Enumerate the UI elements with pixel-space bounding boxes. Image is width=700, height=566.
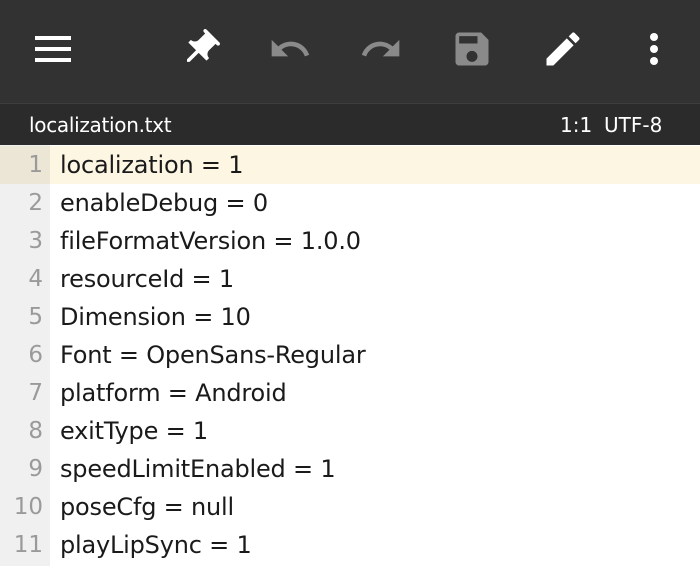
line-number: 4 xyxy=(28,266,43,292)
editor-line[interactable]: 4 resourceId = 1 xyxy=(0,260,700,298)
line-text[interactable]: fileFormatVersion = 1.0.0 xyxy=(60,222,361,260)
edit-icon xyxy=(541,27,585,71)
pin-button[interactable] xyxy=(172,21,228,77)
line-number: 9 xyxy=(28,456,43,482)
line-number: 3 xyxy=(28,228,43,254)
editor-line[interactable]: 7 platform = Android xyxy=(0,374,700,412)
pin-icon xyxy=(178,27,222,71)
line-text[interactable]: Dimension = 10 xyxy=(60,298,251,336)
line-number: 6 xyxy=(28,342,43,368)
editor-line[interactable]: 1 localization = 1 xyxy=(0,146,700,184)
line-number: 5 xyxy=(28,304,43,330)
undo-icon xyxy=(268,27,312,71)
line-text[interactable]: Font = OpenSans-Regular xyxy=(60,336,366,374)
save-button[interactable] xyxy=(444,21,500,77)
line-text[interactable]: exitType = 1 xyxy=(60,412,208,450)
editor-line[interactable]: 9 speedLimitEnabled = 1 xyxy=(0,450,700,488)
line-number: 8 xyxy=(28,418,43,444)
line-text[interactable]: speedLimitEnabled = 1 xyxy=(60,450,336,488)
line-number: 7 xyxy=(28,380,43,406)
line-number: 2 xyxy=(28,190,43,216)
editor-line[interactable]: 8 exitType = 1 xyxy=(0,412,700,450)
file-info-bar: localization.txt 1:1 UTF-8 xyxy=(0,103,700,145)
menu-icon xyxy=(35,36,71,62)
editor-line[interactable]: 2 enableDebug = 0 xyxy=(0,184,700,222)
more-vert-icon xyxy=(648,32,660,66)
file-name: localization.txt xyxy=(29,113,172,137)
more-options-button[interactable] xyxy=(626,21,682,77)
line-number: 1 xyxy=(0,146,50,184)
line-text[interactable]: enableDebug = 0 xyxy=(60,184,268,222)
editor-line[interactable]: 5 Dimension = 10 xyxy=(0,298,700,336)
line-number: 10 xyxy=(13,494,43,520)
redo-icon xyxy=(359,27,403,71)
editor-line[interactable]: 6 Font = OpenSans-Regular xyxy=(0,336,700,374)
editor-line[interactable]: 11 playLipSync = 1 xyxy=(0,526,700,564)
editor-line[interactable]: 10 poseCfg = null xyxy=(0,488,700,526)
edit-button[interactable] xyxy=(535,21,591,77)
undo-button[interactable] xyxy=(262,21,318,77)
save-icon xyxy=(450,27,494,71)
line-number: 11 xyxy=(13,532,43,558)
editor-line[interactable]: 3 fileFormatVersion = 1.0.0 xyxy=(0,222,700,260)
line-text[interactable]: poseCfg = null xyxy=(60,488,234,526)
toolbar xyxy=(0,0,700,103)
menu-button[interactable] xyxy=(25,21,81,77)
line-text[interactable]: localization = 1 xyxy=(60,146,244,184)
redo-button[interactable] xyxy=(353,21,409,77)
encoding-label[interactable]: UTF-8 xyxy=(604,113,662,137)
line-text[interactable]: platform = Android xyxy=(60,374,287,412)
line-text[interactable]: playLipSync = 1 xyxy=(60,526,252,564)
text-editor[interactable]: 1 localization = 1 2 enableDebug = 0 3 fileFo… xyxy=(0,145,700,566)
line-text[interactable]: resourceId = 1 xyxy=(60,260,234,298)
cursor-position: 1:1 xyxy=(560,113,593,137)
